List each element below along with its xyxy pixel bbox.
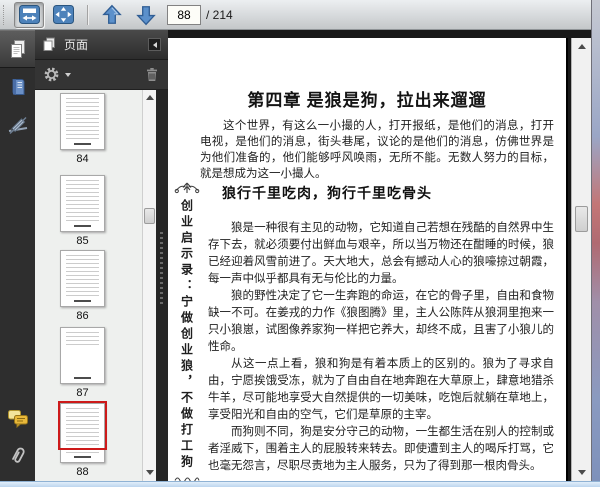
- body-paragraph: 狼的野性决定了它一生奔跑的命运，在它的骨子里，自由和食物缺一不可。在姜戎的力作《…: [208, 290, 554, 353]
- intro-paragraph-block: 这个世界，有这么一小撮的人，打开报纸，是他们的消息，打开电视，是他们的消息，街头…: [200, 118, 554, 182]
- rail-item-comments[interactable]: [0, 399, 35, 437]
- thumbnail-preview: [60, 93, 105, 150]
- attachment-icon: [8, 445, 28, 467]
- body-paragraph: 而狗则不同，狗是安分守己的动物，一生都生活在别人的控制或者淫威下，围着主人的屁股…: [208, 426, 554, 472]
- document-viewport: 第四章 是狼是狗，拉出来遛遛 这个世界，有这么一小撮的人，打开报纸，是他们的消息…: [168, 30, 591, 487]
- panel-scrollbar[interactable]: [142, 90, 156, 487]
- body-paragraph: 狼是一种很有主见的动物，它知道自己若想在残酷的自然界中生存下去，就必须要付出鲜血…: [208, 222, 554, 285]
- rail-item-attachments[interactable]: [0, 437, 35, 475]
- thumbnail-preview: [60, 327, 105, 384]
- document-scrollbar[interactable]: [571, 38, 591, 487]
- rail-item-page-thumbnails[interactable]: [0, 30, 35, 68]
- options-button[interactable]: [43, 66, 60, 83]
- thumbnail-page-88-current[interactable]: 88: [58, 401, 107, 478]
- thumbnail-preview: [60, 175, 105, 232]
- document-page: 第四章 是狼是狗，拉出来遛遛 这个世界，有这么一小撮的人，打开报纸，是他们的消息…: [168, 38, 568, 487]
- thumbnail-label: 86: [76, 310, 89, 322]
- rail-item-bookmarks[interactable]: [0, 68, 35, 106]
- toolbar: / 214: [0, 0, 592, 30]
- chapter-title: 第四章 是狼是狗，拉出来遛遛: [247, 91, 487, 110]
- previous-page-button[interactable]: [97, 2, 127, 28]
- panel-title: 页面: [64, 38, 89, 52]
- margin-decoration-column: 创业启示录：宁做创业狼，不做打工狗: [174, 178, 200, 487]
- thumbnail-label: 85: [76, 235, 89, 247]
- delete-pages-button[interactable]: [144, 66, 160, 83]
- intro-paragraph: 这个世界，有这么一小撮的人，打开报纸，是他们的消息，打开电视，是他们的消息，街头…: [200, 120, 554, 180]
- window-border-right: [591, 0, 600, 487]
- thumbnail-preview: [58, 401, 107, 463]
- panel-toolbar: [35, 60, 168, 90]
- grip-dots: [160, 232, 163, 304]
- page-count-label: / 214: [206, 7, 233, 22]
- body-text-block: 狼是一种很有主见的动物，它知道自己若想在残酷的自然界中生存下去，就必须要付出鲜血…: [208, 220, 554, 475]
- toolbar-separator: [87, 4, 88, 25]
- scroll-up-icon[interactable]: [578, 44, 586, 49]
- collapse-panel-button[interactable]: [148, 38, 161, 51]
- thumbnail-page-86[interactable]: 86: [60, 250, 105, 322]
- thumbnail-label: 87: [76, 387, 89, 399]
- window-border-bottom: [0, 481, 600, 487]
- current-page-highlight: [58, 401, 107, 450]
- signature-icon: [7, 115, 29, 135]
- fit-page-icon: [52, 5, 74, 24]
- page-down-icon: [135, 4, 157, 26]
- fit-width-button[interactable]: [14, 1, 44, 28]
- options-caret-icon: [65, 72, 71, 77]
- thumbnail-page-84[interactable]: 84: [60, 93, 105, 165]
- document-scrollbar-thumb[interactable]: [575, 206, 588, 232]
- panel-resize-grip[interactable]: [156, 90, 168, 487]
- bookmarks-icon: [8, 77, 28, 97]
- panel-scrollbar-thumb[interactable]: [144, 208, 155, 224]
- thumbnail-label: 88: [76, 466, 89, 478]
- scroll-up-icon[interactable]: [146, 95, 154, 100]
- page-up-icon: [101, 4, 123, 26]
- toolbar-grip[interactable]: [3, 4, 7, 25]
- margin-caption: 创业启示录：宁做创业狼，不做打工狗: [179, 199, 194, 471]
- next-page-button[interactable]: [131, 2, 161, 28]
- fleuron-ornament-icon: [174, 178, 200, 195]
- navigation-rail: [0, 30, 35, 487]
- rail-item-signatures[interactable]: [0, 106, 35, 144]
- collapse-arrow-icon: [152, 41, 157, 48]
- section-heading: 狼行千里吃肉，狗行千里吃骨头: [222, 187, 432, 202]
- thumbnail-page-87[interactable]: 87: [60, 327, 105, 399]
- thumbnail-page-85[interactable]: 85: [60, 175, 105, 247]
- thumbnail-label: 84: [76, 153, 89, 165]
- scroll-down-icon[interactable]: [578, 470, 586, 475]
- fit-width-icon: [18, 5, 40, 24]
- fit-page-button[interactable]: [48, 2, 78, 28]
- body-paragraph: 从这一点上看，狼和狗是有着本质上的区别的。狼为了寻求自由，宁愿挨饿受冻，就为了自…: [208, 358, 554, 421]
- thumbnail-list: 84 85 86 87 88: [35, 90, 142, 487]
- thumbnail-preview: [60, 250, 105, 307]
- rail-spacer: [0, 144, 35, 399]
- pages-small-icon: [42, 37, 56, 52]
- panel-header: 页面: [35, 30, 168, 60]
- page-number-input[interactable]: [167, 4, 201, 25]
- pages-icon: [8, 39, 28, 59]
- thumbnails-panel: 页面 84 85 86 87 88: [35, 30, 168, 487]
- comments-icon: [7, 409, 29, 428]
- scroll-down-icon[interactable]: [146, 470, 154, 475]
